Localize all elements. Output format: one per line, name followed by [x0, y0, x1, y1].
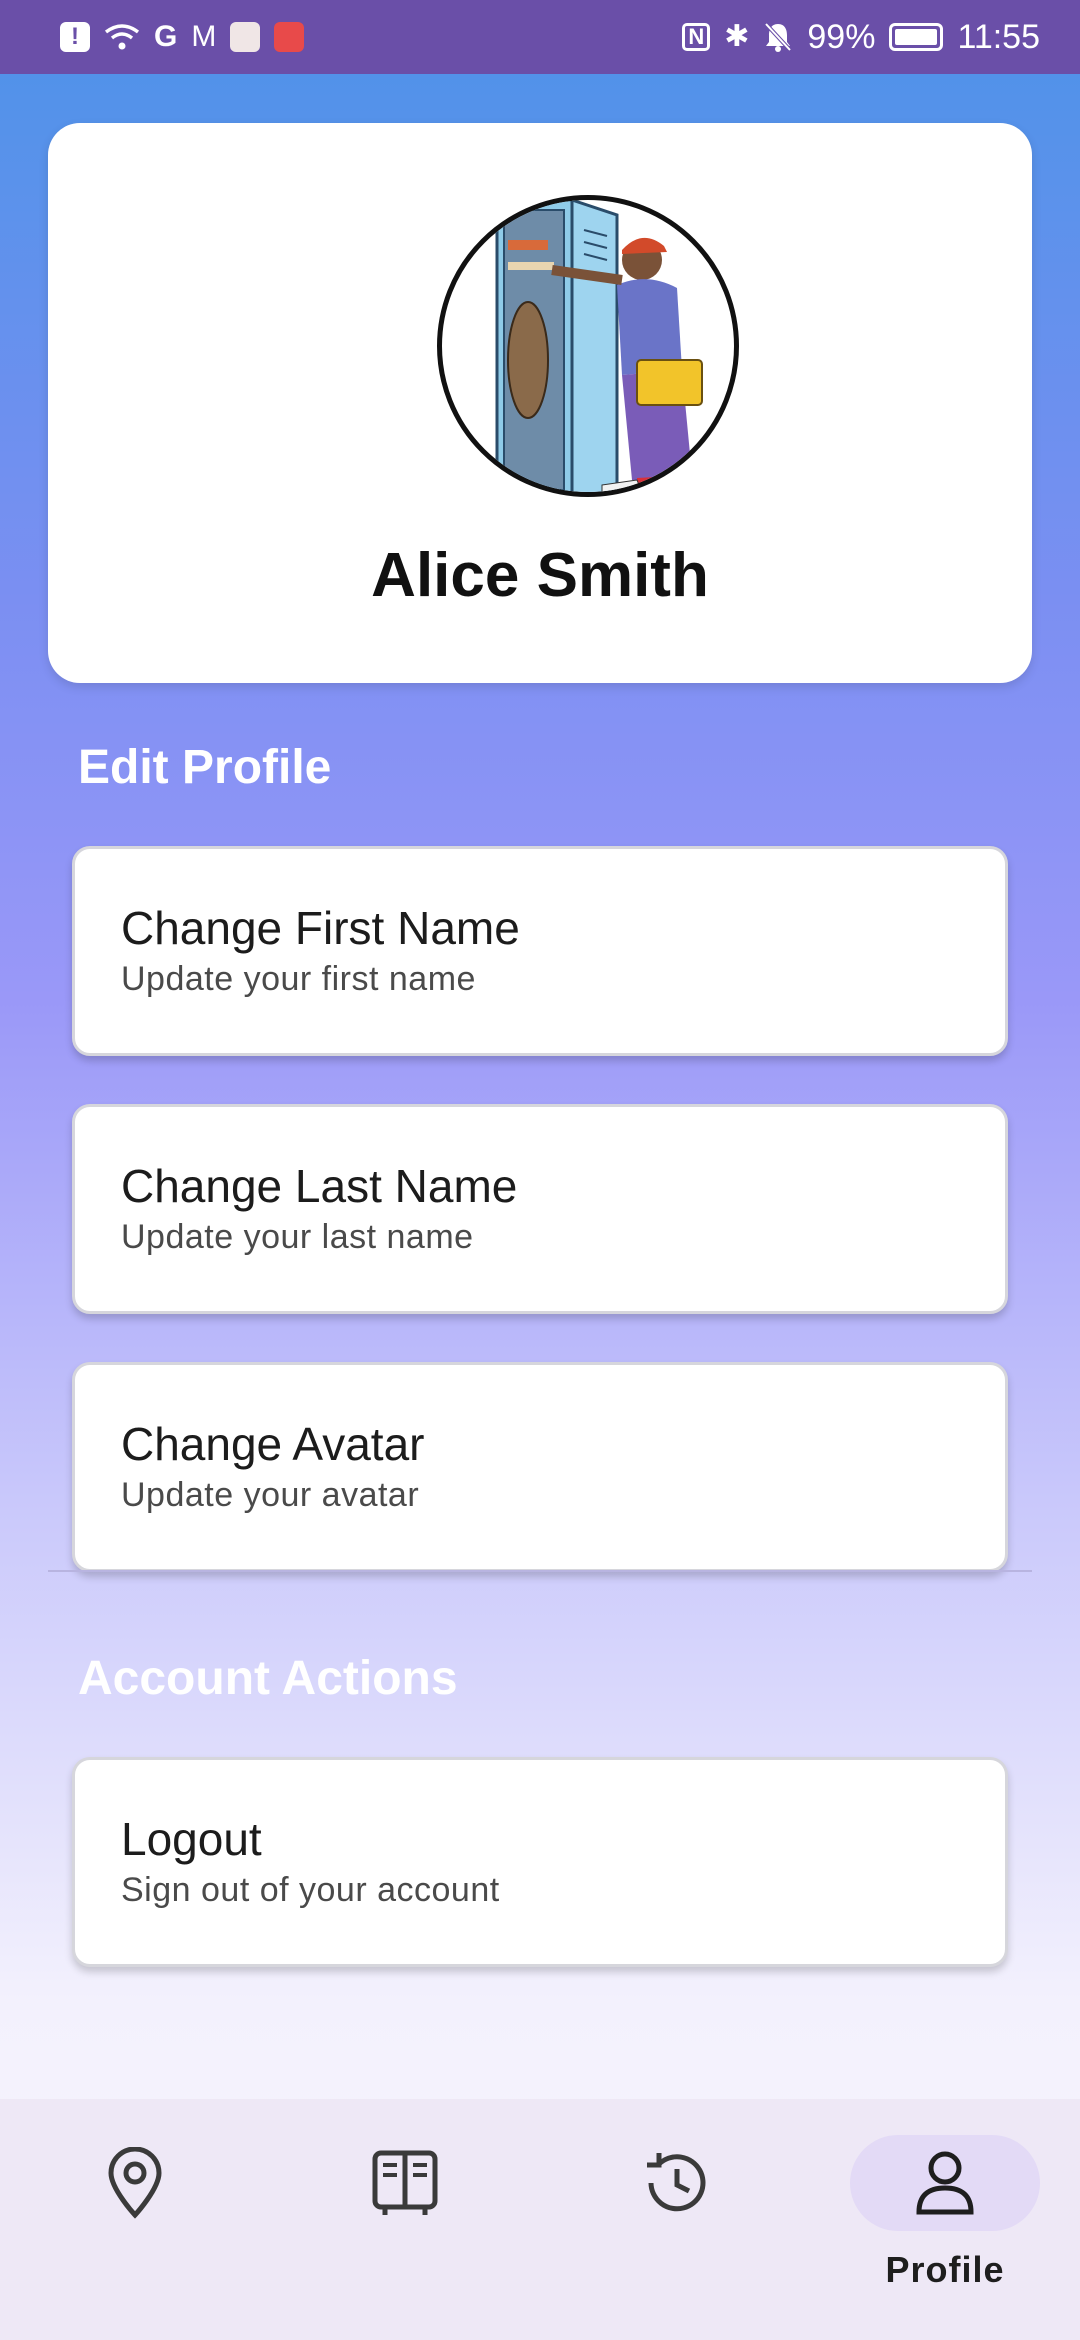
- locker-illustration: [495, 200, 703, 492]
- huawei-icon: [274, 22, 305, 52]
- account-actions-heading: Account Actions: [78, 1652, 458, 1705]
- history-icon: [647, 2153, 706, 2212]
- card-subtitle: Update your avatar: [121, 1476, 420, 1515]
- clock: 11:55: [957, 17, 1040, 56]
- card-title: Change Avatar: [121, 1418, 425, 1470]
- map-pin-icon: [108, 2147, 162, 2219]
- g-icon: G: [154, 20, 178, 53]
- battery-percent: 99%: [807, 17, 876, 56]
- nav-pill-active: [850, 2135, 1040, 2231]
- status-bar: ! G M N ✱ 99% 11:55: [0, 0, 1080, 74]
- status-bar-right: N ✱ 99% 11:55: [682, 18, 1040, 57]
- change-avatar-card[interactable]: Change Avatar Update your avatar: [72, 1362, 1008, 1572]
- bluetooth-icon: ✱: [724, 20, 750, 53]
- lockers-icon: [372, 2150, 438, 2215]
- gmail-icon: M: [191, 20, 217, 53]
- nav-pill: [310, 2135, 500, 2231]
- card-subtitle: Update your first name: [121, 960, 476, 999]
- nav-item-profile[interactable]: Profile: [810, 2099, 1080, 2340]
- nav-pill: [40, 2135, 230, 2231]
- nav-item-history[interactable]: [540, 2099, 810, 2340]
- person-icon: [916, 2151, 974, 2215]
- avatar[interactable]: [437, 195, 739, 497]
- card-title: Logout: [121, 1813, 262, 1865]
- bell-off-icon: [764, 22, 792, 52]
- card-subtitle: Sign out of your account: [121, 1871, 500, 1910]
- section-divider: [48, 1570, 1032, 1572]
- profile-card: Alice Smith: [48, 123, 1032, 683]
- nfc-icon: N: [682, 23, 711, 51]
- app-icon: [230, 22, 261, 52]
- wifi-icon: [104, 24, 140, 50]
- nav-label-profile: Profile: [885, 2249, 1005, 2290]
- bottom-nav: Profile: [0, 2099, 1080, 2340]
- nav-item-map[interactable]: [0, 2099, 270, 2340]
- logout-card[interactable]: Logout Sign out of your account: [72, 1757, 1008, 1967]
- battery-icon: [889, 23, 944, 51]
- change-last-name-card[interactable]: Change Last Name Update your last name: [72, 1104, 1008, 1314]
- alert-icon: !: [60, 22, 90, 52]
- card-title: Change First Name: [121, 902, 520, 954]
- change-first-name-card[interactable]: Change First Name Update your first name: [72, 846, 1008, 1056]
- nav-pill: [580, 2135, 770, 2231]
- profile-name: Alice Smith: [371, 541, 709, 610]
- card-title: Change Last Name: [121, 1160, 518, 1212]
- nav-item-lockers[interactable]: [270, 2099, 540, 2340]
- card-subtitle: Update your last name: [121, 1218, 474, 1257]
- status-bar-left: ! G M: [60, 20, 305, 53]
- edit-profile-heading: Edit Profile: [78, 741, 332, 794]
